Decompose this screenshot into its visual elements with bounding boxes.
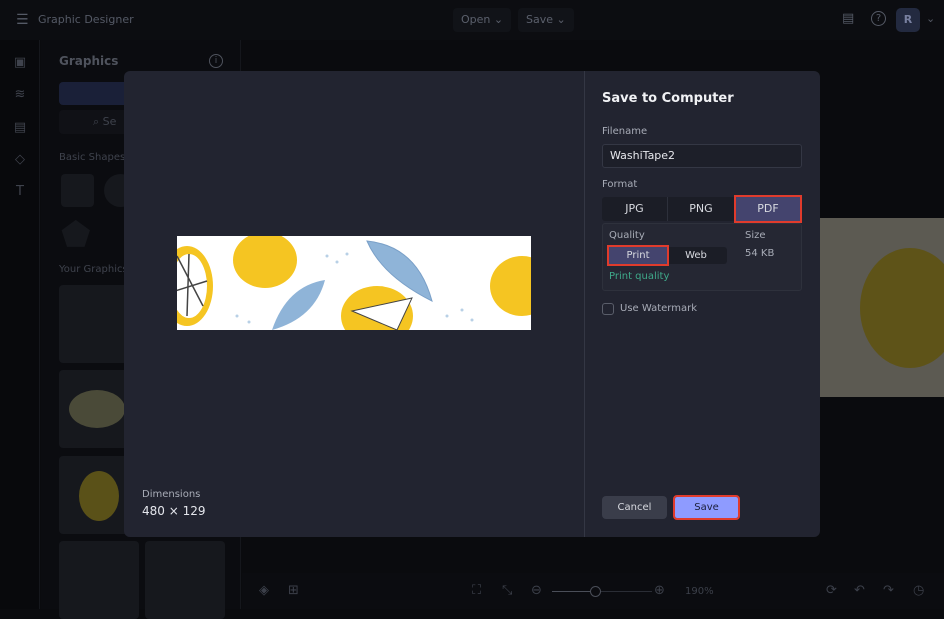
adjust-icon[interactable]: ≋	[12, 87, 28, 103]
history-icon[interactable]: ◷	[913, 583, 924, 598]
quality-hint: Print quality	[609, 271, 670, 282]
quality-selector: Print Web	[607, 245, 727, 266]
save-menu-button[interactable]: Save ⌄	[518, 8, 574, 32]
quality-print[interactable]: Print	[607, 245, 669, 266]
watermark-checkbox[interactable]	[602, 303, 614, 315]
comment-icon[interactable]: ▤	[842, 11, 854, 26]
format-png[interactable]: PNG	[668, 197, 735, 221]
quality-web[interactable]: Web	[667, 247, 725, 264]
quality-label: Quality	[609, 230, 645, 241]
size-label: Size	[745, 230, 766, 241]
layout-icon[interactable]: ▤	[12, 120, 28, 136]
layers-icon[interactable]: ◈	[259, 583, 269, 598]
chevron-down-icon: ⌄	[493, 13, 504, 26]
app-title: Graphic Designer	[38, 13, 134, 26]
grid-icon[interactable]: ⊞	[288, 583, 299, 598]
your-graphics-heading: Your Graphics	[59, 264, 128, 275]
info-icon[interactable]: i	[209, 54, 223, 68]
open-label: Open	[461, 13, 491, 26]
watermark-label: Use Watermark	[620, 303, 698, 314]
tool-rail: ▣ ≋ ▤ ◇ T	[0, 40, 40, 609]
pentagon-shape[interactable]: ⬟	[61, 218, 91, 252]
cancel-button[interactable]: Cancel	[602, 496, 667, 519]
open-menu-button[interactable]: Open ⌄	[453, 8, 512, 32]
menu-icon[interactable]: ☰	[16, 12, 29, 28]
size-value: 54 KB	[745, 248, 775, 259]
panel-title: Graphics	[59, 54, 119, 68]
basic-shapes-heading: Basic Shapes	[59, 152, 126, 163]
format-options: Quality Print Web Print quality Size 54 …	[602, 223, 802, 291]
graphic-thumbnail-leaf[interactable]	[59, 541, 139, 619]
chevron-down-icon[interactable]: ⌄	[926, 12, 935, 25]
save-label: Save	[526, 13, 554, 26]
filename-input[interactable]: WashiTape2	[602, 144, 802, 168]
format-selector: JPG PNG PDF	[602, 195, 802, 223]
zoom-level: 190%	[685, 586, 714, 597]
dialog-title: Save to Computer	[602, 91, 734, 106]
format-label: Format	[602, 179, 638, 190]
save-button[interactable]: Save	[673, 495, 740, 520]
divider	[584, 71, 585, 537]
top-bar: ☰ Graphic Designer Open ⌄ Save ⌄ ▤ ? R ⌄	[0, 0, 944, 40]
help-icon[interactable]: ?	[871, 11, 886, 26]
bottom-toolbar: ◈ ⊞ ⛶ ⤡ ⊖ ⊕ 190% ⟳ ↶ ↷ ◷	[242, 573, 944, 609]
shapes-icon[interactable]: ◇	[12, 152, 28, 168]
dimensions-value: 480 × 129	[142, 504, 206, 518]
zoom-slider-handle[interactable]	[590, 586, 601, 597]
sync-icon[interactable]: ⟳	[826, 583, 837, 598]
washi-tape-preview-image	[161, 232, 554, 346]
shrink-icon[interactable]: ⤡	[502, 583, 512, 598]
redo-icon[interactable]: ↷	[883, 583, 894, 598]
avatar[interactable]: R	[896, 8, 920, 32]
search-placeholder: Se	[102, 115, 117, 128]
filename-label: Filename	[602, 126, 648, 137]
dimensions-label: Dimensions	[142, 489, 201, 500]
undo-icon[interactable]: ↶	[854, 583, 865, 598]
zoom-in-icon[interactable]: ⊕	[654, 583, 665, 598]
format-pdf[interactable]: PDF	[734, 195, 802, 223]
image-icon[interactable]: ▣	[12, 55, 28, 71]
zoom-out-icon[interactable]: ⊖	[531, 583, 542, 598]
zoom-slider[interactable]	[552, 586, 652, 597]
square-shape[interactable]	[61, 174, 94, 207]
text-icon[interactable]: T	[12, 184, 28, 200]
save-dialog: Dimensions 480 × 129 Save to Computer Fi…	[124, 71, 820, 537]
graphic-thumbnail-lemon-slice[interactable]	[145, 541, 225, 619]
search-icon: ⌕	[93, 115, 100, 128]
design-preview	[161, 232, 554, 346]
fit-screen-icon[interactable]: ⛶	[472, 583, 481, 598]
canvas-artwork[interactable]	[820, 218, 944, 397]
chevron-down-icon: ⌄	[556, 13, 566, 26]
format-jpg[interactable]: JPG	[602, 197, 668, 221]
